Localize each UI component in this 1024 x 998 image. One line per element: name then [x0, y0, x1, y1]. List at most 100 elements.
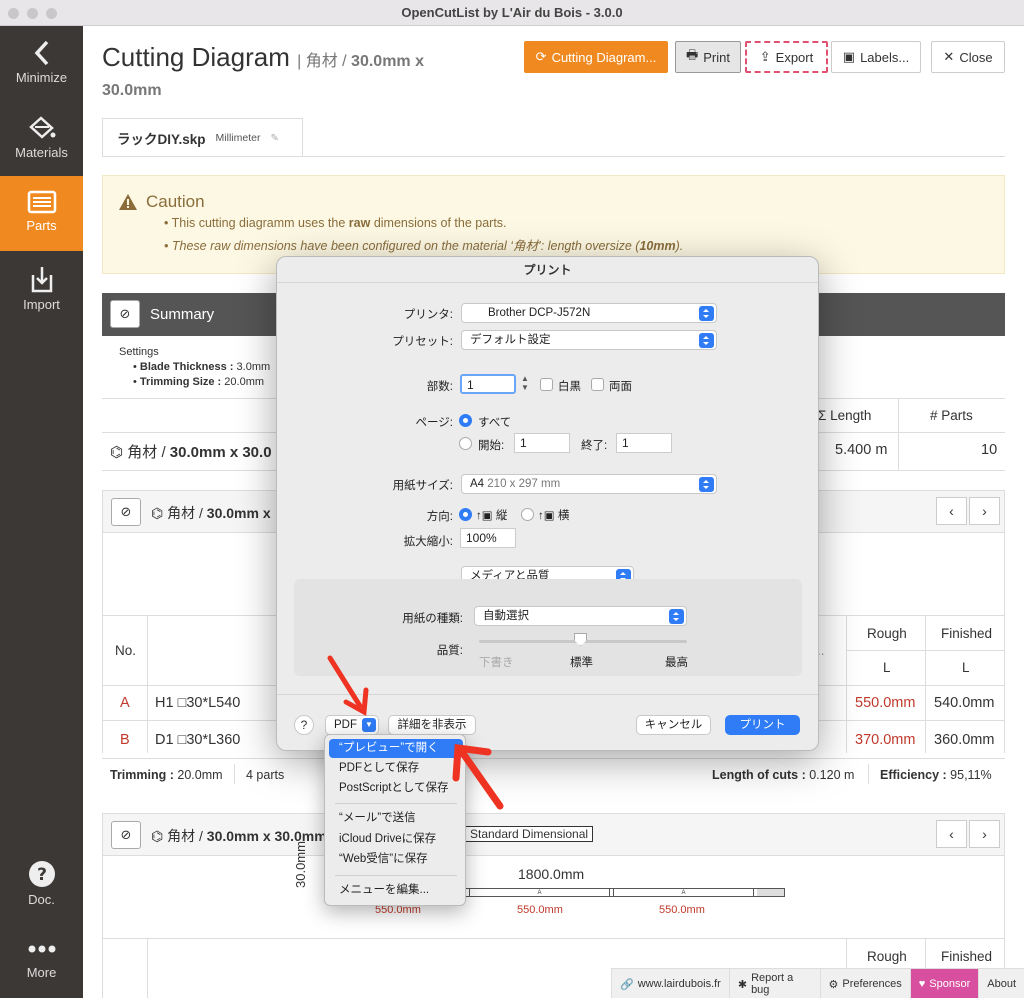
footer-bug-link[interactable]: ✱ Report a bug	[728, 969, 820, 998]
page-title: Cutting Diagram | 角材 / 30.0mm x	[102, 42, 424, 72]
paper-size-label: 用紙サイズ:	[392, 480, 453, 492]
footer-about-link[interactable]: About	[978, 969, 1024, 998]
printer-select[interactable]: Brother DCP-J572N	[461, 303, 717, 323]
footer-bar: 🔗 www.lairdubois.fr ✱ Report a bug ⚙ Prefer…	[611, 968, 1024, 998]
cancel-button[interactable]: キャンセル	[636, 715, 711, 735]
close-button[interactable]: ✕ Close	[931, 41, 1005, 73]
sidebar-item-label: Import	[23, 297, 60, 312]
pages-range-radio[interactable]	[459, 437, 472, 450]
pages-all-radio[interactable]	[459, 414, 472, 427]
col-rough: Rough	[867, 949, 907, 964]
summary-parts-value: 10	[981, 442, 998, 458]
chevron-left-icon	[34, 40, 48, 66]
menu-item-save-pdf[interactable]: PDFとして保存	[329, 759, 463, 778]
footer-site-link[interactable]: 🔗 www.lairdubois.fr	[611, 969, 729, 998]
printer-icon: 🖶	[685, 47, 699, 62]
media-quality-box	[294, 579, 802, 676]
sidebar-item-label: Minimize	[15, 70, 68, 85]
menu-item-save-postscript[interactable]: PostScriptとして保存	[329, 779, 463, 798]
sidebar-item-doc[interactable]: ? Doc.	[0, 846, 83, 921]
menu-item-edit-menu[interactable]: メニューを編集...	[329, 881, 463, 900]
cutting-diagram-button[interactable]: ⟳ Cutting Diagram...	[524, 41, 668, 73]
row-rough: 550.0mm	[855, 695, 916, 711]
col-parts: # Parts	[930, 408, 973, 423]
label-icon: ▣	[842, 49, 856, 64]
eye-slash-icon: ⊘	[120, 827, 132, 842]
sidebar-item-minimize[interactable]: Minimize	[0, 26, 83, 101]
hide-toggle-button[interactable]: ⊘	[111, 498, 141, 526]
hide-details-button[interactable]: 詳細を非表示	[388, 715, 476, 735]
print-confirm-button[interactable]: プリント	[725, 715, 800, 735]
scale-input[interactable]: 100%	[460, 528, 516, 548]
copies-stepper[interactable]: ▲ ▼	[521, 374, 529, 392]
sidebar-item-more[interactable]: More	[0, 923, 83, 998]
heart-icon: ♥	[918, 978, 926, 990]
updown-arrow-icon	[669, 609, 684, 624]
bar-part[interactable]: A	[469, 889, 610, 896]
menu-item-icloud[interactable]: iCloud Driveに保存	[329, 830, 463, 849]
minimize-window-dot[interactable]	[27, 8, 38, 19]
import-icon	[31, 267, 52, 293]
row-id: A	[120, 695, 130, 711]
row-rough: 370.0mm	[855, 732, 916, 748]
sidebar-item-materials[interactable]: Materials	[0, 101, 83, 176]
bar-panel-2-header[interactable]: ⊘ ⌬ 角材 / 30.0mm x 30.0mm Standard Dimens…	[102, 813, 1005, 856]
updown-arrow-icon	[699, 333, 714, 348]
pdf-menu-button[interactable]: PDF ▼	[325, 715, 379, 735]
pages-to-input[interactable]: 1	[616, 433, 672, 453]
hide-toggle-button[interactable]: ⊘	[111, 821, 141, 849]
media-type-select[interactable]: 自動選択	[474, 606, 687, 626]
row-name: D1 □30*L360	[155, 732, 241, 748]
footer-sponsor-link[interactable]: ♥ Sponsor	[909, 969, 979, 998]
hide-toggle-button[interactable]: ⊘	[110, 300, 140, 328]
export-button[interactable]: ⇪ Export	[745, 41, 828, 73]
summary-length-value: 5.400 m	[835, 442, 888, 458]
menu-item-web-receipts[interactable]: “Web受信”に保存	[329, 850, 463, 869]
footer-prefs-link[interactable]: ⚙ Preferences	[819, 969, 910, 998]
landscape-radio[interactable]	[521, 508, 534, 521]
print-button[interactable]: 🖶 Print	[675, 41, 741, 73]
tab-file[interactable]: ラックDIY.skp Millimeter ✎	[102, 118, 303, 157]
export-icon: ⇪	[759, 49, 771, 64]
prev-button[interactable]: ‹	[936, 820, 967, 848]
row-finished: 540.0mm	[934, 695, 995, 711]
col-finished: Finished	[941, 626, 993, 641]
zoom-window-dot[interactable]	[46, 8, 57, 19]
material-icon: ⌬	[151, 505, 164, 521]
row-finished: 360.0mm	[934, 732, 995, 748]
sidebar-item-label: Materials	[15, 145, 68, 160]
bar-part[interactable]: A	[613, 889, 754, 896]
help-button[interactable]: ?	[294, 715, 314, 735]
sidebar-item-import[interactable]: Import	[0, 251, 83, 326]
labels-button[interactable]: ▣ Labels...	[831, 41, 921, 73]
part-length: 550.0mm	[659, 904, 705, 916]
preset-select[interactable]: デフォルト設定	[461, 330, 717, 350]
updown-arrow-icon	[699, 306, 714, 321]
window-titlebar: OpenCutList by L'Air du Bois - 3.0.0	[0, 0, 1024, 26]
sidebar-item-label: Doc.	[28, 892, 55, 907]
next-button[interactable]: ›	[969, 820, 1000, 848]
copies-input[interactable]: 1	[460, 374, 516, 394]
eye-slash-icon: ⊘	[119, 306, 131, 321]
portrait-radio[interactable]	[459, 508, 472, 521]
bar-waste	[757, 889, 784, 896]
preset-label: プリセット:	[392, 336, 453, 348]
sidebar-item-parts[interactable]: Parts	[0, 176, 83, 251]
menu-item-send-mail[interactable]: “メール”で送信	[329, 809, 463, 828]
cuts-info: Length of cuts : 0.120 m	[712, 768, 855, 782]
close-window-dot[interactable]	[8, 8, 19, 19]
print-dialog: プリント プリンタ: Brother DCP-J572N プリセット: デフォル…	[276, 256, 819, 751]
bw-checkbox[interactable]	[540, 378, 553, 391]
pencil-icon[interactable]: ✎	[270, 133, 278, 144]
list-icon	[27, 190, 56, 214]
col-rough: Rough	[867, 626, 907, 641]
prev-button[interactable]: ‹	[936, 497, 967, 525]
paper-size-select[interactable]: A4 210 x 297 mm	[461, 474, 717, 494]
scale-label: 拡大縮小:	[403, 536, 453, 548]
bar-panel-1-title: ⌬ 角材 / 30.0mm x	[151, 505, 271, 521]
next-button[interactable]: ›	[969, 497, 1000, 525]
duplex-checkbox[interactable]	[591, 378, 604, 391]
blade-thickness: • Blade Thickness : 3.0mm	[133, 361, 271, 373]
pages-from-input[interactable]: 1	[514, 433, 570, 453]
menu-item-open-preview[interactable]: “プレビュー”で開く	[329, 739, 463, 758]
